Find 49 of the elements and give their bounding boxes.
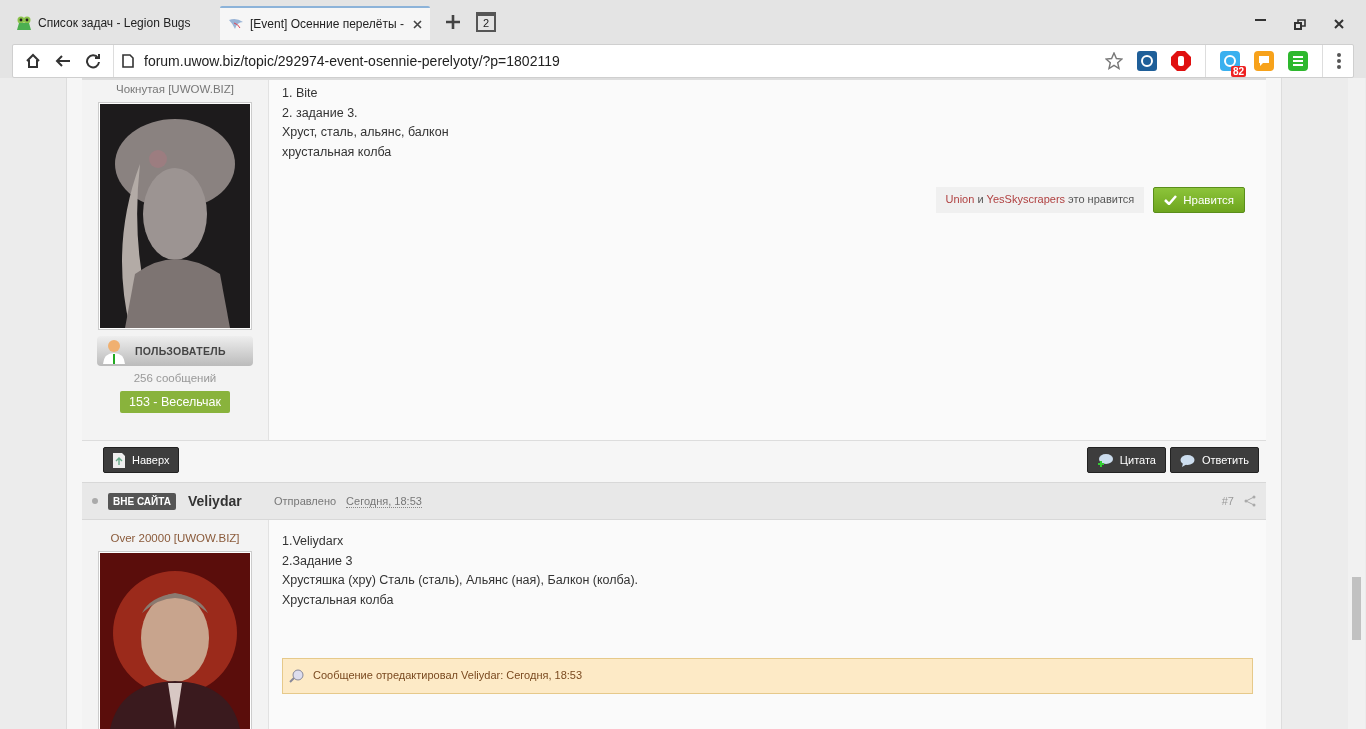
post-text: Хрустяшка (хру) Сталь (сталь), Альянс (ная), Балкон (колба). bbox=[282, 572, 640, 589]
post-text: 2.Задание 3 bbox=[282, 552, 354, 570]
user-link[interactable]: Union bbox=[945, 193, 975, 205]
reputation-badge: 153 - Весельчак bbox=[120, 391, 230, 413]
tab-count[interactable]: 2 bbox=[476, 12, 496, 32]
close-tab-icon[interactable] bbox=[413, 19, 422, 29]
target-icon[interactable] bbox=[1137, 51, 1157, 71]
post-text: 2. задание 3. bbox=[282, 104, 359, 122]
home-icon[interactable] bbox=[25, 53, 41, 69]
checkmark-icon bbox=[1164, 194, 1178, 205]
user-link[interactable]: YesSkyscrapers bbox=[986, 193, 1066, 205]
menu-icon[interactable] bbox=[1337, 53, 1341, 69]
reload-icon[interactable] bbox=[85, 53, 101, 69]
magnifier-icon bbox=[289, 669, 305, 683]
status-badge: ВНЕ САЙТА bbox=[108, 492, 176, 510]
restore-icon[interactable] bbox=[1294, 19, 1306, 30]
reply-button[interactable]: Ответить bbox=[1169, 447, 1259, 473]
post-time: Сегодня, 18:53 bbox=[346, 494, 422, 508]
edit-note-text: Сообщение отредактировал Veliydar: Сегодня, 18:53 bbox=[313, 668, 583, 684]
person-icon bbox=[101, 338, 127, 364]
post-count: 256 сообщений bbox=[133, 372, 217, 384]
page-icon bbox=[122, 54, 134, 68]
author-title: Over 20000 [UWOW.BIZ] bbox=[110, 532, 240, 544]
post-text: 1.Veliydarx bbox=[282, 533, 345, 550]
speech-bubble-icon bbox=[1179, 453, 1195, 467]
top-button[interactable]: Наверх bbox=[103, 447, 180, 473]
list-icon[interactable] bbox=[1288, 51, 1308, 71]
up-arrow-page-icon bbox=[113, 452, 125, 468]
notification-badge: 82 bbox=[1230, 66, 1246, 77]
author-name[interactable]: Veliydar bbox=[188, 493, 264, 509]
likes-text: Union и YesSkyscrapers это нравится bbox=[935, 187, 1145, 213]
star-icon[interactable] bbox=[1105, 52, 1123, 70]
speech-bubble-plus-icon bbox=[1096, 452, 1113, 468]
browser-tab[interactable]: Список задач - Legion Bugs bbox=[8, 6, 218, 40]
post-text: 1. Bite bbox=[282, 85, 319, 102]
back-icon[interactable] bbox=[55, 53, 71, 69]
author-title: Чокнутая [UWOW.BIZ] bbox=[116, 83, 234, 95]
posted-label: Отправлено bbox=[274, 495, 337, 507]
address-field[interactable]: forum.uwow.biz/topic/292974-event-osennie-perelyoty/?p=1802119 bbox=[144, 53, 560, 69]
frog-icon bbox=[16, 15, 32, 31]
new-tab-icon[interactable] bbox=[446, 15, 460, 29]
browser-tab[interactable]: [Event] Осенние перелёты - bbox=[220, 6, 430, 40]
rank-banner: ПОЛЬЗОВАТЕЛЬ bbox=[97, 336, 253, 366]
scrollbar[interactable] bbox=[1348, 78, 1365, 729]
post-text: Хруст, сталь, альянс, балкон bbox=[282, 124, 450, 141]
quote-button[interactable]: Цитата bbox=[1086, 447, 1166, 473]
close-icon[interactable] bbox=[1334, 19, 1344, 29]
post-text: хрустальная колба bbox=[282, 143, 393, 161]
post-text: Хрустальная колба bbox=[282, 591, 395, 609]
